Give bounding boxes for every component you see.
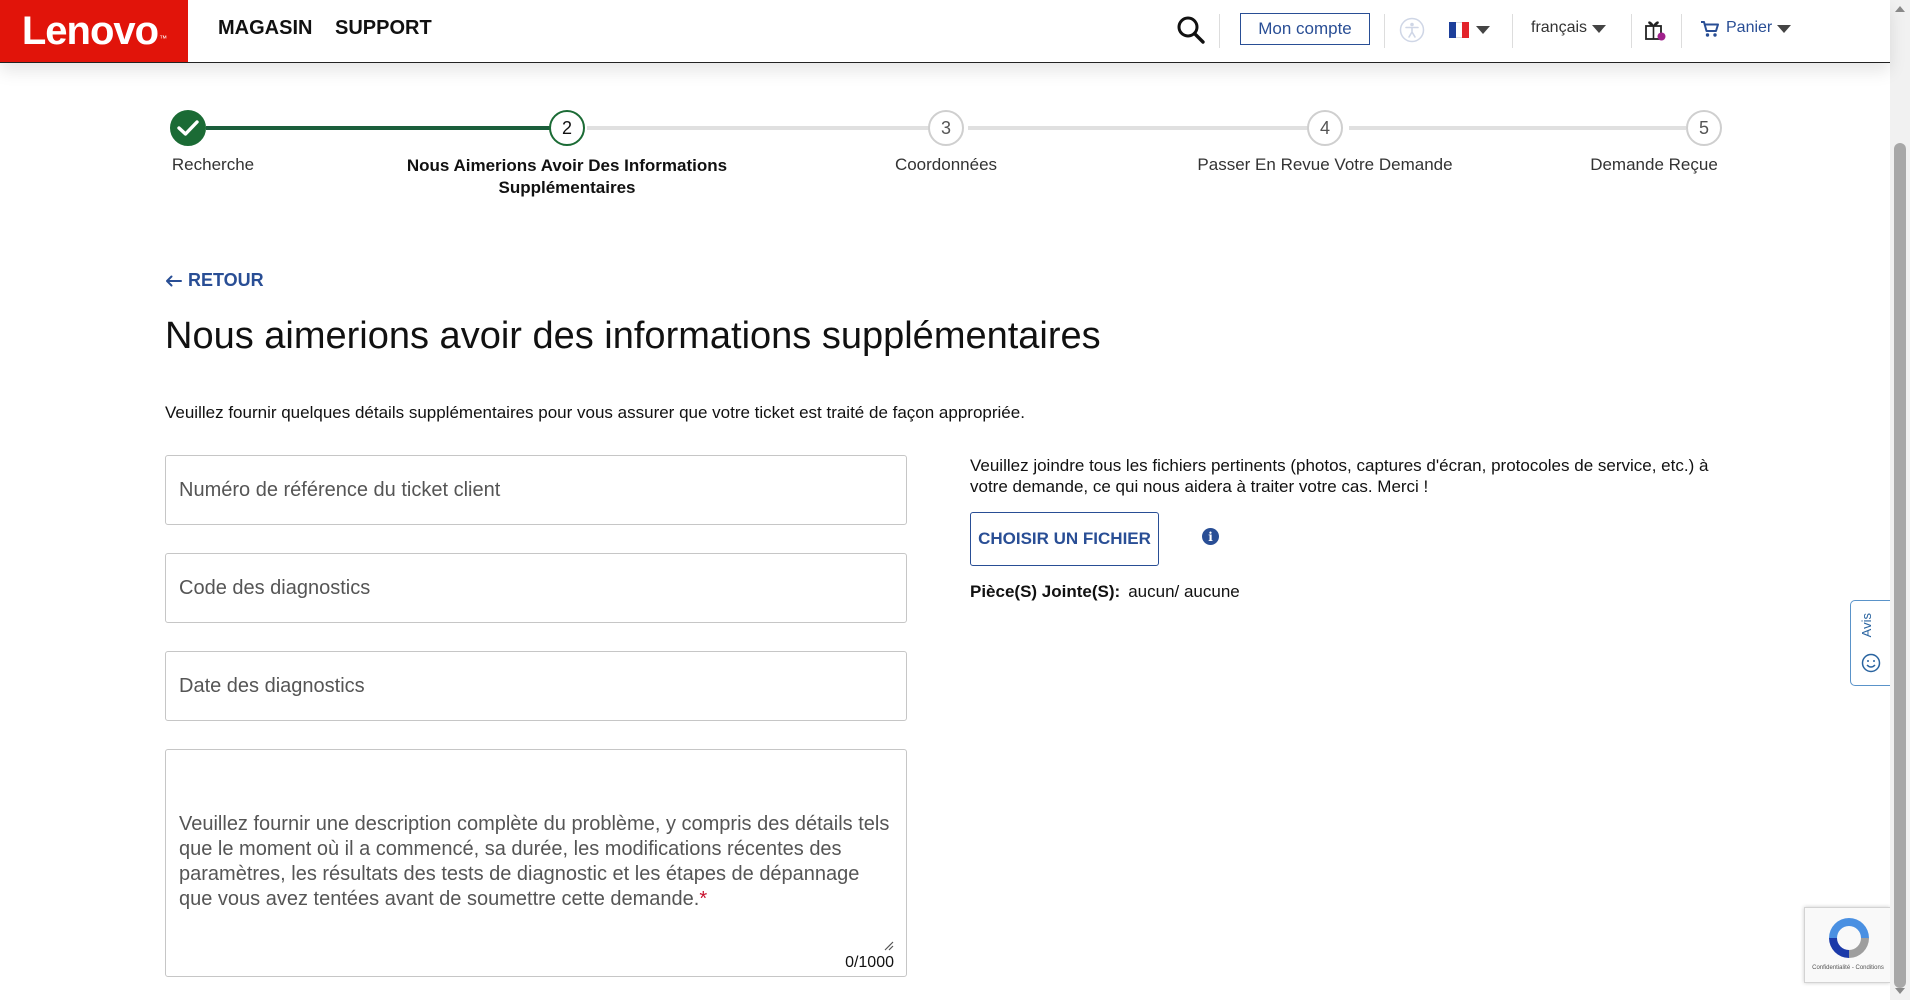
- required-asterisk: *: [699, 888, 708, 910]
- recaptcha-icon: [1829, 918, 1869, 958]
- diagnostic-code-input[interactable]: [165, 553, 907, 623]
- header-divider: [1384, 14, 1385, 48]
- feedback-tab[interactable]: Avis: [1850, 600, 1890, 686]
- attachment-status-label: Pièce(S) Jointe(S):: [970, 582, 1121, 601]
- arrow-left-icon: [166, 275, 182, 286]
- chevron-down-icon[interactable]: [1777, 25, 1791, 33]
- search-icon[interactable]: [1176, 15, 1206, 45]
- lenovo-logo[interactable]: Lenovo ™: [0, 0, 188, 62]
- step-4-label: Passer En Revue Votre Demande: [1197, 155, 1453, 174]
- step-connector-complete: [206, 126, 551, 130]
- flag-fr-icon[interactable]: [1449, 22, 1470, 38]
- accessibility-icon[interactable]: [1399, 17, 1425, 43]
- intro-text: Veuillez fournir quelques détails supplé…: [165, 403, 1025, 422]
- step-1-label: Recherche: [171, 155, 255, 174]
- diagnostic-date-input[interactable]: [165, 651, 907, 721]
- step-1-circle: [170, 110, 206, 146]
- my-account-button[interactable]: Mon compte: [1240, 13, 1370, 45]
- step-connector: [968, 126, 1313, 130]
- nav-support[interactable]: SUPPORT: [335, 17, 432, 40]
- step-2-label-line2: Supplémentaires: [498, 178, 636, 197]
- step-2-circle: 2: [549, 110, 585, 146]
- scroll-up-icon[interactable]: [1895, 6, 1905, 12]
- description-placeholder: Veuillez fournir une description complèt…: [179, 812, 894, 912]
- step-4-circle: 4: [1307, 110, 1343, 146]
- attachment-instructions: Veuillez joindre tous les fichiers perti…: [970, 456, 1709, 496]
- gift-icon[interactable]: [1643, 16, 1667, 42]
- language-selector[interactable]: français: [1531, 19, 1587, 37]
- step-5-label: Demande Reçue: [1590, 155, 1718, 174]
- info-icon[interactable]: i: [1202, 528, 1219, 545]
- top-header: Lenovo ™ MAGASIN SUPPORT Mon compte franç…: [0, 0, 1890, 63]
- page-title: Nous aimerions avoir des informations su…: [165, 315, 1101, 357]
- step-5-circle: 5: [1686, 110, 1722, 146]
- ticket-reference-input[interactable]: [165, 455, 907, 525]
- chevron-down-icon[interactable]: [1592, 25, 1606, 33]
- step-3-label: Coordonnées: [894, 155, 998, 174]
- step-2-label-line1: Nous Aimerions Avoir Des Informations: [406, 156, 728, 175]
- nav-magasin[interactable]: MAGASIN: [218, 17, 312, 40]
- recaptcha-badge[interactable]: Confidentialité - Conditions: [1804, 907, 1890, 983]
- header-divider: [1512, 14, 1513, 48]
- back-link[interactable]: RETOUR: [165, 270, 264, 291]
- step-connector: [1349, 126, 1686, 130]
- recaptcha-links[interactable]: Confidentialité - Conditions: [1805, 965, 1891, 971]
- back-label: RETOUR: [188, 270, 264, 290]
- logo-trademark: ™: [159, 33, 167, 43]
- scrollbar-thumb[interactable]: [1894, 143, 1906, 988]
- header-divider: [1631, 14, 1632, 48]
- checkmark-icon: [177, 120, 199, 136]
- choose-file-button[interactable]: CHOISIR UN FICHIER: [970, 512, 1159, 566]
- step-2-label: Nous Aimerions Avoir Des Informations Su…: [392, 155, 742, 199]
- header-divider: [1219, 14, 1220, 48]
- cart-icon[interactable]: [1700, 20, 1720, 38]
- feedback-label: Avis: [1859, 613, 1874, 638]
- scroll-down-icon[interactable]: [1895, 988, 1905, 994]
- problem-description-textarea[interactable]: Veuillez fournir une description complèt…: [165, 749, 907, 977]
- chevron-down-icon[interactable]: [1476, 26, 1490, 34]
- character-counter: 0/1000: [845, 954, 894, 971]
- logo-text: Lenovo: [21, 8, 159, 53]
- header-divider: [1681, 14, 1682, 48]
- step-3-circle: 3: [928, 110, 964, 146]
- smiley-icon: [1861, 653, 1881, 673]
- attachment-status-value: aucun/ aucune: [1128, 582, 1240, 601]
- resize-handle-icon[interactable]: [884, 941, 894, 951]
- vertical-scrollbar[interactable]: [1890, 0, 1910, 1000]
- description-hint-text: Veuillez fournir une description complèt…: [179, 813, 890, 910]
- cart-link[interactable]: Panier: [1726, 19, 1772, 37]
- step-connector: [587, 126, 932, 130]
- attachment-status: Pièce(S) Jointe(S): aucun/ aucune: [970, 582, 1240, 602]
